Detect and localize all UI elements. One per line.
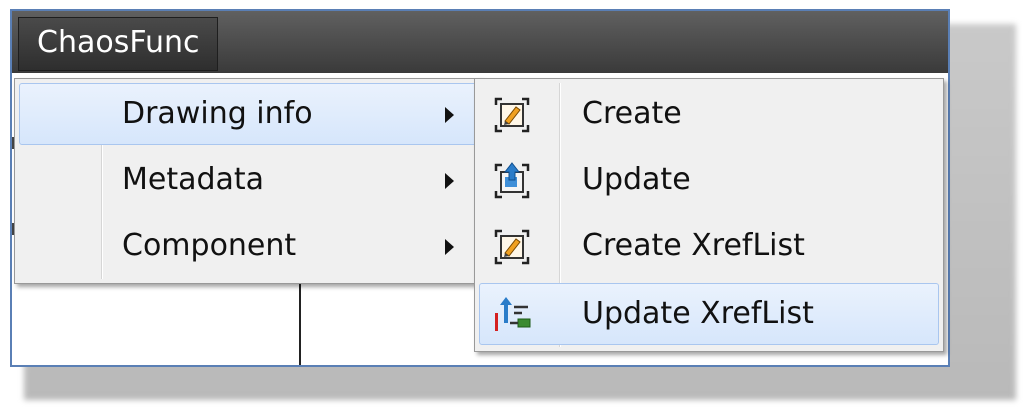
submenu-arrow-icon [445, 107, 454, 123]
menu-item-drawing-info[interactable]: Drawing info [19, 83, 477, 145]
chaosfunc-dropdown: Drawing info Metadata Component [14, 78, 482, 284]
menu-item-label: Metadata [122, 162, 265, 197]
drawing-info-submenu: Create Update Create XrefList Update Xre… [474, 78, 944, 352]
submenu-item-create[interactable]: Create [479, 83, 939, 145]
submenu-item-label: Create XrefList [582, 228, 805, 263]
submenu-item-label: Update [582, 162, 691, 197]
submenu-item-label: Create [582, 96, 682, 131]
submenu-item-update[interactable]: Update [479, 149, 939, 211]
menu-item-label: Component [122, 228, 297, 263]
menu-chaosfunc[interactable]: ChaosFunc [18, 17, 219, 71]
create-document-icon [494, 97, 530, 133]
menu-item-label: Drawing info [122, 96, 313, 131]
menu-bar: ChaosFunc [12, 11, 948, 73]
submenu-item-create-xreflist[interactable]: Create XrefList [479, 215, 939, 277]
submenu-item-update-xreflist[interactable]: Update XrefList [479, 283, 939, 345]
update-document-icon [494, 162, 530, 199]
submenu-arrow-icon [445, 239, 454, 255]
update-xreflist-icon [495, 297, 531, 331]
menu-item-component[interactable]: Component [19, 215, 477, 277]
submenu-arrow-icon [445, 173, 454, 189]
submenu-item-label: Update XrefList [582, 296, 814, 331]
create-xreflist-icon [494, 229, 530, 265]
menu-item-metadata[interactable]: Metadata [19, 149, 477, 211]
